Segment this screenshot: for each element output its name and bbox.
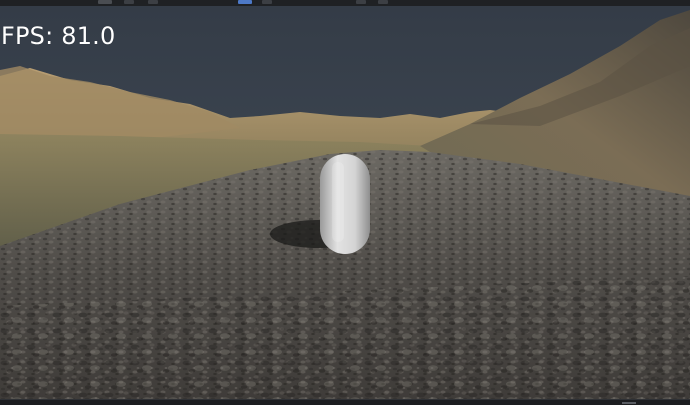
toolbar-button-7[interactable] [378, 0, 388, 4]
scene-render [0, 6, 690, 399]
toolbar-button-2[interactable] [124, 0, 134, 4]
editor-statusbar [0, 399, 690, 405]
capsule-icon [320, 154, 370, 254]
fps-counter: FPS: 81.0 [1, 22, 116, 50]
toolbar-button-1[interactable] [98, 0, 112, 4]
toolbar-button-3[interactable] [148, 0, 158, 4]
game-window: FPS: 81.0 [0, 0, 690, 405]
status-indicator [622, 402, 636, 404]
game-viewport[interactable]: FPS: 81.0 [0, 6, 690, 399]
toolbar-button-6[interactable] [356, 0, 366, 4]
toolbar-button-4[interactable] [238, 0, 252, 4]
toolbar-button-5[interactable] [262, 0, 272, 4]
